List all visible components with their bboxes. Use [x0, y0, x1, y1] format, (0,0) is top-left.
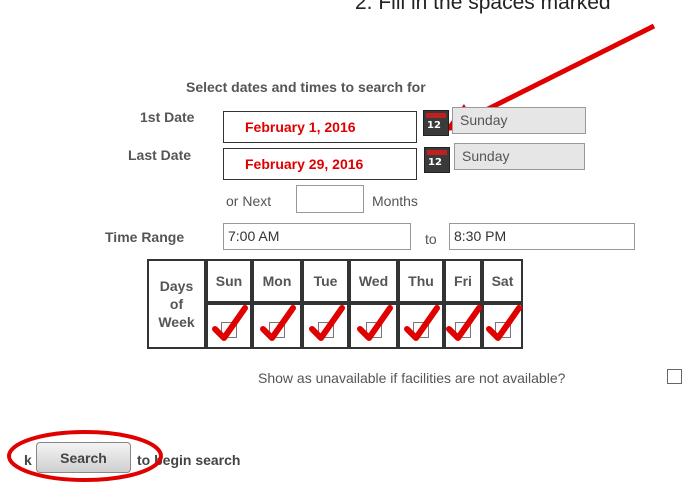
first-date-calendar-icon[interactable]: 12 [423, 110, 449, 136]
first-date-day-field: Sunday [452, 107, 586, 134]
day-checkbox-cell-tue [302, 303, 349, 349]
day-header-tue: Tue [302, 259, 349, 303]
day-header-sat: Sat [482, 259, 523, 303]
red-check-icon [446, 304, 482, 341]
day-checkbox-mon[interactable] [260, 304, 296, 341]
red-check-icon [212, 304, 248, 341]
day-checkbox-cell-mon [252, 303, 302, 349]
day-checkbox-thu[interactable] [404, 304, 440, 341]
day-checkbox-cell-fri [444, 303, 482, 349]
show-unavailable-checkbox[interactable] [667, 369, 682, 384]
start-time-input[interactable]: 7:00 AM [223, 223, 411, 250]
day-header-wed: Wed [349, 259, 398, 303]
day-checkbox-cell-sun [206, 303, 252, 349]
day-checkbox-cell-wed [349, 303, 398, 349]
instruction-text: 2. Fill in the spaces marked [355, 0, 611, 14]
day-checkbox-tue[interactable] [308, 304, 345, 341]
day-checkbox-cell-sat [482, 303, 523, 349]
red-check-icon [404, 304, 440, 341]
last-date-day-field: Sunday [454, 143, 585, 170]
time-range-label: Time Range [105, 229, 185, 245]
first-date-label: 1st Date [140, 109, 195, 125]
days-of-week-table: Days of Week Sun Mon Tue Wed Thu Fri Sat [147, 259, 523, 349]
show-unavailable-label: Show as unavailable if facilities are no… [258, 370, 566, 386]
day-header-fri: Fri [444, 259, 482, 303]
day-checkbox-cell-thu [398, 303, 444, 349]
form-heading: Select dates and times to search for [186, 79, 426, 95]
annotation-circle-icon [7, 430, 163, 482]
day-checkbox-sun[interactable] [212, 304, 248, 341]
last-date-label: Last Date [128, 147, 192, 163]
to-label: to [425, 231, 437, 247]
day-header-mon: Mon [252, 259, 302, 303]
months-input[interactable] [296, 185, 364, 213]
months-label: Months [372, 193, 418, 209]
red-check-icon [485, 304, 522, 341]
first-date-input[interactable]: February 1, 2016 [223, 111, 417, 143]
days-of-week-header: Days of Week [147, 259, 206, 349]
or-next-label: or Next [226, 193, 272, 209]
day-header-thu: Thu [398, 259, 444, 303]
day-checkbox-wed[interactable] [356, 304, 393, 341]
red-check-icon [260, 304, 296, 341]
red-check-icon [308, 304, 345, 341]
day-checkbox-fri[interactable] [446, 304, 482, 341]
end-time-input[interactable]: 8:30 PM [449, 223, 635, 250]
day-checkbox-sat[interactable] [485, 304, 522, 341]
last-date-input[interactable]: February 29, 2016 [223, 148, 417, 180]
day-header-sun: Sun [206, 259, 252, 303]
last-date-calendar-icon[interactable]: 12 [424, 147, 450, 173]
red-check-icon [356, 304, 393, 341]
